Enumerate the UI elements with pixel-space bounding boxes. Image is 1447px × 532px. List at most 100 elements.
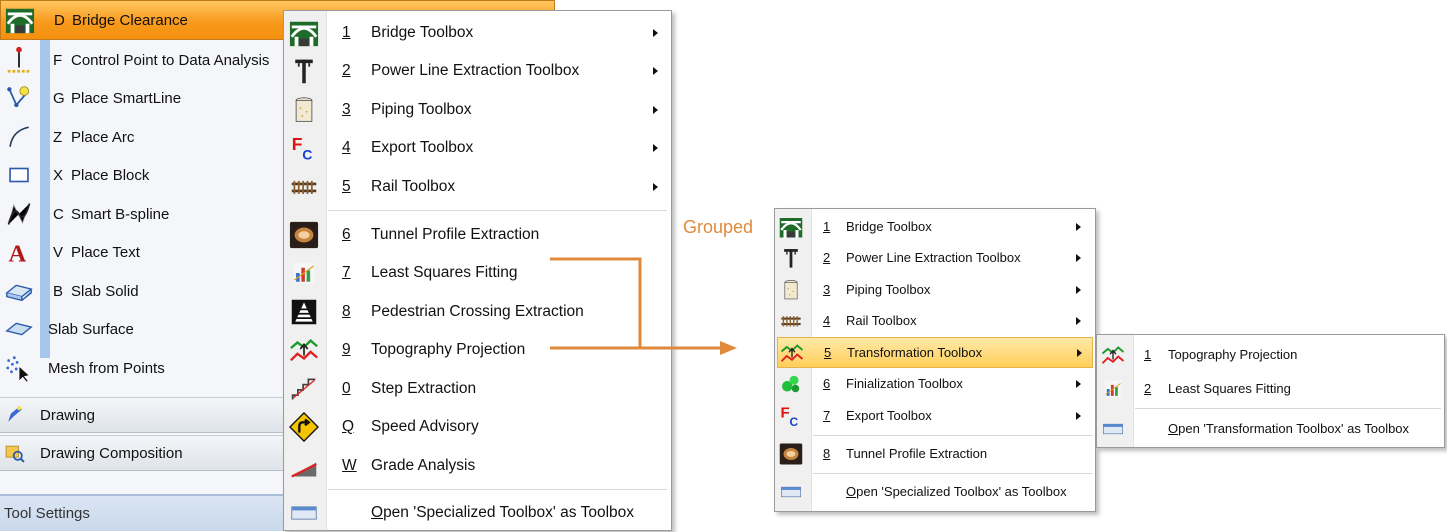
menu-item-label: Rail Toolbox xyxy=(846,313,917,328)
menu-item-speed-advisory[interactable]: Q Speed Advisory xyxy=(284,408,671,446)
menu-item-bridge-toolbox[interactable]: 1 Bridge Toolbox xyxy=(284,14,671,52)
menu-item-label: Least Squares Fitting xyxy=(371,264,518,281)
menu-item-open-specialized-toolbox[interactable]: Open 'Specialized Toolbox' as Toolbox xyxy=(775,476,1095,507)
tool-item-slab-surface[interactable]: Slab Surface xyxy=(0,310,283,348)
submenu-arrow-icon xyxy=(653,67,658,75)
bridge-icon xyxy=(288,17,320,49)
tool-label: Place Text xyxy=(71,243,140,261)
submenu-arrow-icon xyxy=(653,144,658,152)
tool-key: D xyxy=(54,11,65,29)
tool-item-place-text[interactable]: V Place Text xyxy=(0,233,283,271)
menu-item-key: 3 xyxy=(342,101,351,118)
section-drawing-composition[interactable]: Drawing Composition xyxy=(0,435,283,471)
menu-item-bridge-toolbox[interactable]: 1 Bridge Toolbox xyxy=(775,211,1095,242)
drawing-icon xyxy=(0,396,30,434)
pedestrian-crossing-icon xyxy=(288,296,320,328)
tool-label: Slab Surface xyxy=(48,320,134,338)
slab-surface-icon xyxy=(0,310,38,348)
section-drawing[interactable]: Drawing xyxy=(0,397,283,433)
grouping-arrow xyxy=(550,257,737,355)
submenu-arrow-icon xyxy=(653,183,658,191)
tool-item-slab-solid[interactable]: B Slab Solid xyxy=(0,272,283,310)
topography-icon xyxy=(288,334,320,366)
grouped-caption: Grouped xyxy=(683,217,754,237)
menu-item-step-extraction[interactable]: 0 Step Extraction xyxy=(284,370,671,408)
tool-key: B xyxy=(53,282,64,300)
text-icon xyxy=(0,233,38,271)
least-squares-icon xyxy=(288,257,320,289)
tool-item-place-block[interactable]: X Place Block xyxy=(0,156,283,194)
menu-item-label: Bridge Toolbox xyxy=(371,24,474,41)
rail-icon xyxy=(778,308,804,334)
tool-label: Bridge Clearance xyxy=(72,11,188,29)
menu-item-label: Speed Advisory xyxy=(371,418,479,435)
tool-item-place-smartline[interactable]: G Place SmartLine xyxy=(0,79,283,117)
menu-item-transformation-toolbox[interactable]: 5 Transformation Toolbox xyxy=(777,337,1093,368)
menu-item-open-specialized-toolbox[interactable]: Open 'Specialized Toolbox' as Toolbox xyxy=(284,494,671,532)
menu-item-key: 2 xyxy=(1144,381,1152,396)
menu-item-key: 3 xyxy=(823,282,831,297)
tool-item-mesh-from-points[interactable]: Mesh from Points xyxy=(0,349,283,387)
tool-item-control-point[interactable]: F Control Point to Data Analysis xyxy=(0,41,283,79)
menu-item-rail-toolbox[interactable]: 5 Rail Toolbox xyxy=(284,168,671,206)
tool-label: Place Block xyxy=(71,166,150,184)
menu-item-key: 6 xyxy=(342,226,351,243)
menu-item-label: Open 'Transformation Toolbox' as Toolbox xyxy=(1168,421,1409,436)
tool-panel: D Bridge Clearance F Control Point to Da… xyxy=(0,0,555,531)
menu-item-label: Export Toolbox xyxy=(846,408,932,423)
tool-label: Control Point to Data Analysis xyxy=(71,51,270,69)
menu-item-label: Open 'Specialized Toolbox' as Toolbox xyxy=(846,484,1067,499)
tool-key: Z xyxy=(53,128,63,146)
bridge-icon xyxy=(1,1,39,39)
menu-item-export-toolbox[interactable]: 4 Export Toolbox xyxy=(284,129,671,167)
menu-item-label: Power Line Extraction Toolbox xyxy=(371,62,580,79)
tool-label: Slab Solid xyxy=(71,282,139,300)
menu-item-piping-toolbox[interactable]: 3 Piping Toolbox xyxy=(775,274,1095,305)
menu-item-key: O xyxy=(846,484,857,499)
menu-item-tunnel-profile[interactable]: 6 Tunnel Profile Extraction xyxy=(284,216,671,254)
finalization-icon xyxy=(778,371,804,397)
submenu-arrow-icon xyxy=(1076,222,1081,231)
menu-item-topography-projection[interactable]: 1 Topography Projection xyxy=(1097,338,1444,371)
arc-icon xyxy=(0,118,38,156)
power-line-icon xyxy=(778,245,804,271)
menu-item-key: W xyxy=(342,457,357,474)
menu-item-label: Topography Projection xyxy=(1168,347,1298,362)
submenu-arrow-icon xyxy=(1076,316,1081,325)
least-squares-icon xyxy=(1100,376,1126,402)
topography-icon xyxy=(1100,342,1126,368)
menu-item-key: 2 xyxy=(823,250,831,265)
toolbox-icon xyxy=(1100,416,1126,442)
export-fc-icon xyxy=(778,403,804,429)
menu-item-label: Rail Toolbox xyxy=(371,178,456,195)
menu-item-piping-toolbox[interactable]: 3 Piping Toolbox xyxy=(284,91,671,129)
menu-item-label: Transformation Toolbox xyxy=(847,345,983,360)
tool-settings-header[interactable]: Tool Settings xyxy=(0,494,283,531)
menu-separator xyxy=(813,435,1092,436)
step-icon xyxy=(288,373,320,405)
tool-label: Mesh from Points xyxy=(48,359,165,377)
menu-item-key: Q xyxy=(342,418,355,435)
tool-item-bridge-clearance[interactable]: D Bridge Clearance xyxy=(1,1,284,39)
tool-item-smart-bspline[interactable]: C Smart B-spline xyxy=(0,195,283,233)
menu-item-open-transformation-toolbox[interactable]: Open 'Transformation Toolbox' as Toolbox xyxy=(1097,412,1444,445)
tool-label: Place SmartLine xyxy=(71,89,182,107)
menu-item-rail-toolbox[interactable]: 4 Rail Toolbox xyxy=(775,305,1095,336)
tool-item-place-arc[interactable]: Z Place Arc xyxy=(0,118,283,156)
grouped-toolbox-menu: 1 Bridge Toolbox 2 Power Line Extraction… xyxy=(774,208,1096,512)
menu-item-power-line-toolbox[interactable]: 2 Power Line Extraction Toolbox xyxy=(284,52,671,90)
menu-item-key: 1 xyxy=(342,24,351,41)
menu-item-tunnel-profile[interactable]: 8 Tunnel Profile Extraction xyxy=(775,438,1095,469)
menu-item-key: 7 xyxy=(823,408,831,423)
rail-icon xyxy=(288,171,320,203)
menu-item-power-line-toolbox[interactable]: 2 Power Line Extraction Toolbox xyxy=(775,242,1095,273)
menu-item-least-squares[interactable]: 2 Least Squares Fitting xyxy=(1097,372,1444,405)
menu-item-key: 0 xyxy=(342,380,351,397)
menu-item-key: 5 xyxy=(824,345,832,360)
tool-key: C xyxy=(53,205,64,223)
menu-item-export-toolbox[interactable]: 7 Export Toolbox xyxy=(775,400,1095,431)
submenu-arrow-icon xyxy=(1076,379,1081,388)
menu-item-grade-analysis[interactable]: W Grade Analysis xyxy=(284,447,671,485)
menu-item-label-text: pen 'Specialized Toolbox' as Toolbox xyxy=(856,484,1067,499)
menu-item-finialization-toolbox[interactable]: 6 Finialization Toolbox xyxy=(775,368,1095,399)
